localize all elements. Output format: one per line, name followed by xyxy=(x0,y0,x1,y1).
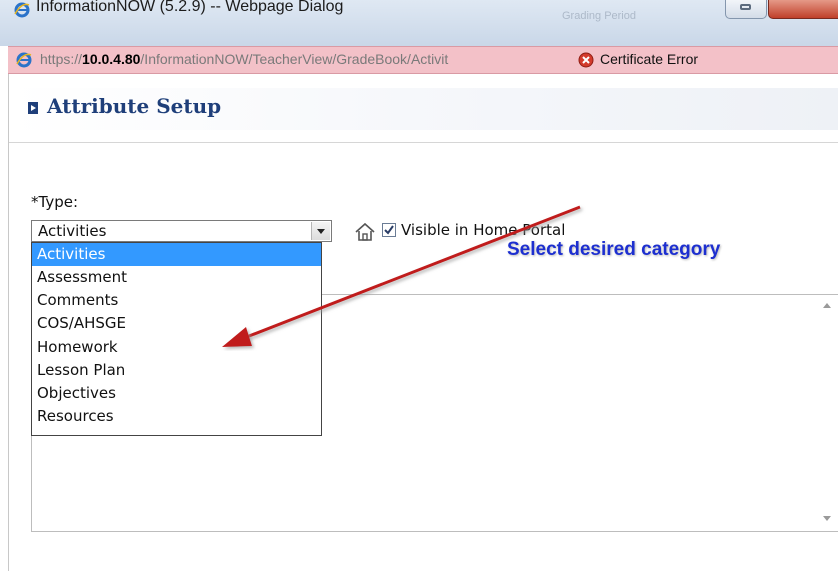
close-button[interactable] xyxy=(768,0,838,19)
dialog-content: Attribute Setup *Type: Activities Activi… xyxy=(8,74,838,571)
page-icon xyxy=(16,52,32,68)
certificate-error-label[interactable]: Certificate Error xyxy=(600,51,698,67)
chevron-down-icon[interactable] xyxy=(311,222,330,240)
type-option-objectives[interactable]: Objectives xyxy=(32,382,321,405)
type-option-assessment[interactable]: Assessment xyxy=(32,266,321,289)
type-option-resources[interactable]: Resources xyxy=(32,405,321,428)
url-text[interactable]: https://10.0.4.80/InformationNOW/Teacher… xyxy=(40,51,448,67)
type-dropdown-list: Activities Assessment Comments COS/AHSGE… xyxy=(31,242,322,436)
internet-explorer-icon xyxy=(14,2,30,18)
url-path: /InformationNOW/TeacherView/GradeBook/Ac… xyxy=(140,51,449,67)
type-option-activities[interactable]: Activities xyxy=(32,243,321,266)
scroll-down-icon[interactable] xyxy=(823,516,831,521)
page-title: Attribute Setup xyxy=(47,94,222,118)
type-option-comments[interactable]: Comments xyxy=(32,289,321,312)
url-prefix: https:// xyxy=(40,51,83,67)
window-titlebar: InformationNOW (5.2.9) -- Webpage Dialog… xyxy=(0,0,838,46)
header-divider xyxy=(9,142,838,143)
visible-in-portal-checkbox[interactable] xyxy=(382,223,396,237)
page-header: Attribute Setup xyxy=(9,88,838,130)
visible-in-portal-label[interactable]: Visible in Home Portal xyxy=(401,221,565,239)
window-title: InformationNOW (5.2.9) -- Webpage Dialog xyxy=(36,0,344,15)
background-ghost-text: Grading Period xyxy=(562,10,636,22)
home-icon xyxy=(355,222,375,241)
type-select-value: Activities xyxy=(38,222,107,240)
certificate-error-icon[interactable] xyxy=(578,52,594,68)
annotation-callout: Select desired category xyxy=(507,239,721,260)
type-option-lesson-plan[interactable]: Lesson Plan xyxy=(32,359,321,382)
notes-scrollbar[interactable] xyxy=(816,295,838,531)
type-label: *Type: xyxy=(31,193,79,211)
type-option-cos-ahsge[interactable]: COS/AHSGE xyxy=(32,312,321,335)
scroll-up-icon[interactable] xyxy=(823,303,831,308)
minimize-button[interactable] xyxy=(725,0,767,19)
checkmark-icon xyxy=(384,225,394,235)
type-option-homework[interactable]: Homework xyxy=(32,336,321,359)
address-bar: https://10.0.4.80/InformationNOW/Teacher… xyxy=(8,46,838,74)
type-select[interactable]: Activities xyxy=(31,220,332,242)
header-bullet-icon xyxy=(28,102,38,114)
url-host: 10.0.4.80 xyxy=(82,51,141,67)
